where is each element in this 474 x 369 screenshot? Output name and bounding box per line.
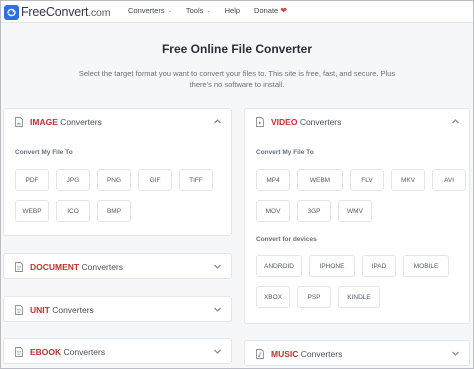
image-converters-panel: IMAGE Converters Convert My File To PDF … [3,108,232,236]
chevron-down-icon[interactable] [451,349,460,358]
format-chip[interactable]: AVI [432,169,466,191]
format-chip[interactable]: WEBM [297,169,343,191]
format-chip[interactable]: GIF [138,169,172,191]
device-chip[interactable]: KINDLE [338,286,380,308]
intro-text: Select the target format you want to con… [78,69,396,89]
format-chip[interactable]: ICO [56,200,90,222]
file-document-icon [15,347,23,357]
document-converters-title: DOCUMENT Converters [30,262,123,272]
main-nav: Converters ⌄ Tools ⌄ Help Donate ❤ [128,6,301,15]
logo-name: FreeConvert [21,5,89,19]
format-chip[interactable]: MOV [256,200,290,222]
unit-converters-panel: UNIT Converters [3,296,232,322]
video-converters-title: VIDEO Converters [271,117,341,127]
music-converters-title: MUSIC Converters [271,349,342,359]
video-group-label: Convert My File To [256,149,314,156]
format-chip[interactable]: JPG [56,169,90,191]
top-navbar: FreeConvert.com Converters ⌄ Tools ⌄ Hel… [1,1,473,23]
format-chip[interactable]: TIFF [179,169,213,191]
ebook-converters-panel: EBOOK Converters [3,338,232,364]
device-chip[interactable]: ANDROID [256,255,302,277]
ebook-accent-label: EBOOK [30,347,62,357]
document-title-rest: Converters [79,262,124,272]
heart-icon: ❤ [280,6,287,15]
video-converters-panel: VIDEO Converters Convert My File To MP4 … [244,108,470,324]
device-chip[interactable]: PSP [297,286,331,308]
music-accent-label: MUSIC [271,349,299,359]
format-chip[interactable]: 3GP [297,200,331,222]
video-format-grid: MP4 WEBM FLV MKV AVI MOV 3GP WMV [256,169,466,222]
image-format-grid: PDF JPG PNG GIF TIFF WEBP ICO BMP [15,169,225,222]
device-chip[interactable]: MOBILE [403,255,449,277]
nav-tools-label: Tools [185,6,204,15]
chevron-down-icon[interactable] [213,347,222,356]
format-chip[interactable]: PNG [97,169,131,191]
nav-tools[interactable]: Tools ⌄ [186,6,211,15]
unit-accent-label: UNIT [30,305,50,315]
format-chip[interactable]: MP4 [256,169,290,191]
video-accent-label: VIDEO [271,117,298,127]
file-document-icon [15,262,23,272]
logo-tld: .com [88,7,111,19]
image-file-icon [15,117,23,127]
nav-help[interactable]: Help [225,6,240,15]
music-converters-header[interactable]: MUSIC Converters [245,341,469,367]
unit-converters-title: UNIT Converters [30,305,94,315]
logo[interactable]: FreeConvert.com [4,4,110,20]
video-converters-header[interactable]: VIDEO Converters [245,109,469,135]
format-chip[interactable]: BMP [97,200,131,222]
format-chip[interactable]: MKV [391,169,425,191]
nav-help-label: Help [224,6,241,15]
document-accent-label: DOCUMENT [30,262,80,272]
nav-converters[interactable]: Converters ⌄ [128,6,172,15]
chevron-down-icon: ⌄ [167,7,172,14]
page-title: Free Online File Converter [161,42,313,56]
file-document-icon [15,305,23,315]
nav-donate[interactable]: Donate ❤ [254,6,287,15]
format-chip[interactable]: PDF [15,169,49,191]
chevron-down-icon[interactable] [213,262,222,271]
chevron-up-icon[interactable] [213,117,222,126]
chevron-up-icon[interactable] [451,117,460,126]
logo-text: FreeConvert.com [21,5,110,19]
image-title-rest: Converters [57,117,102,127]
format-chip[interactable]: FLV [350,169,384,191]
device-chip[interactable]: IPHONE [309,255,355,277]
format-chip[interactable]: WMV [338,200,372,222]
unit-title-rest: Converters [49,305,94,315]
format-chip[interactable]: WEBP [15,200,49,222]
video-file-icon [256,117,264,127]
video-title-rest: Converters [297,117,342,127]
music-file-icon [256,349,264,359]
unit-converters-header[interactable]: UNIT Converters [4,297,231,323]
document-converters-header[interactable]: DOCUMENT Converters [4,254,231,280]
image-group-label: Convert My File To [15,149,73,156]
devices-group-label: Convert for devices [256,236,317,243]
image-converters-title: IMAGE Converters [30,117,102,127]
nav-converters-label: Converters [128,6,165,15]
device-chip[interactable]: IPAD [362,255,396,277]
document-converters-panel: DOCUMENT Converters [3,253,232,279]
music-converters-panel: MUSIC Converters [244,340,470,366]
music-title-rest: Converters [298,349,343,359]
nav-donate-label: Donate [254,6,279,15]
freeconvert-logo-icon [4,4,19,20]
device-chip[interactable]: XBOX [256,286,290,308]
chevron-down-icon: ⌄ [206,7,211,14]
chevron-down-icon[interactable] [213,305,222,314]
image-converters-header[interactable]: IMAGE Converters [4,109,231,135]
ebook-converters-title: EBOOK Converters [30,347,105,357]
ebook-title-rest: Converters [61,347,106,357]
device-grid: ANDROID IPHONE IPAD MOBILE XBOX PSP KIND… [256,255,470,308]
image-accent-label: IMAGE [30,117,58,127]
ebook-converters-header[interactable]: EBOOK Converters [4,339,231,365]
